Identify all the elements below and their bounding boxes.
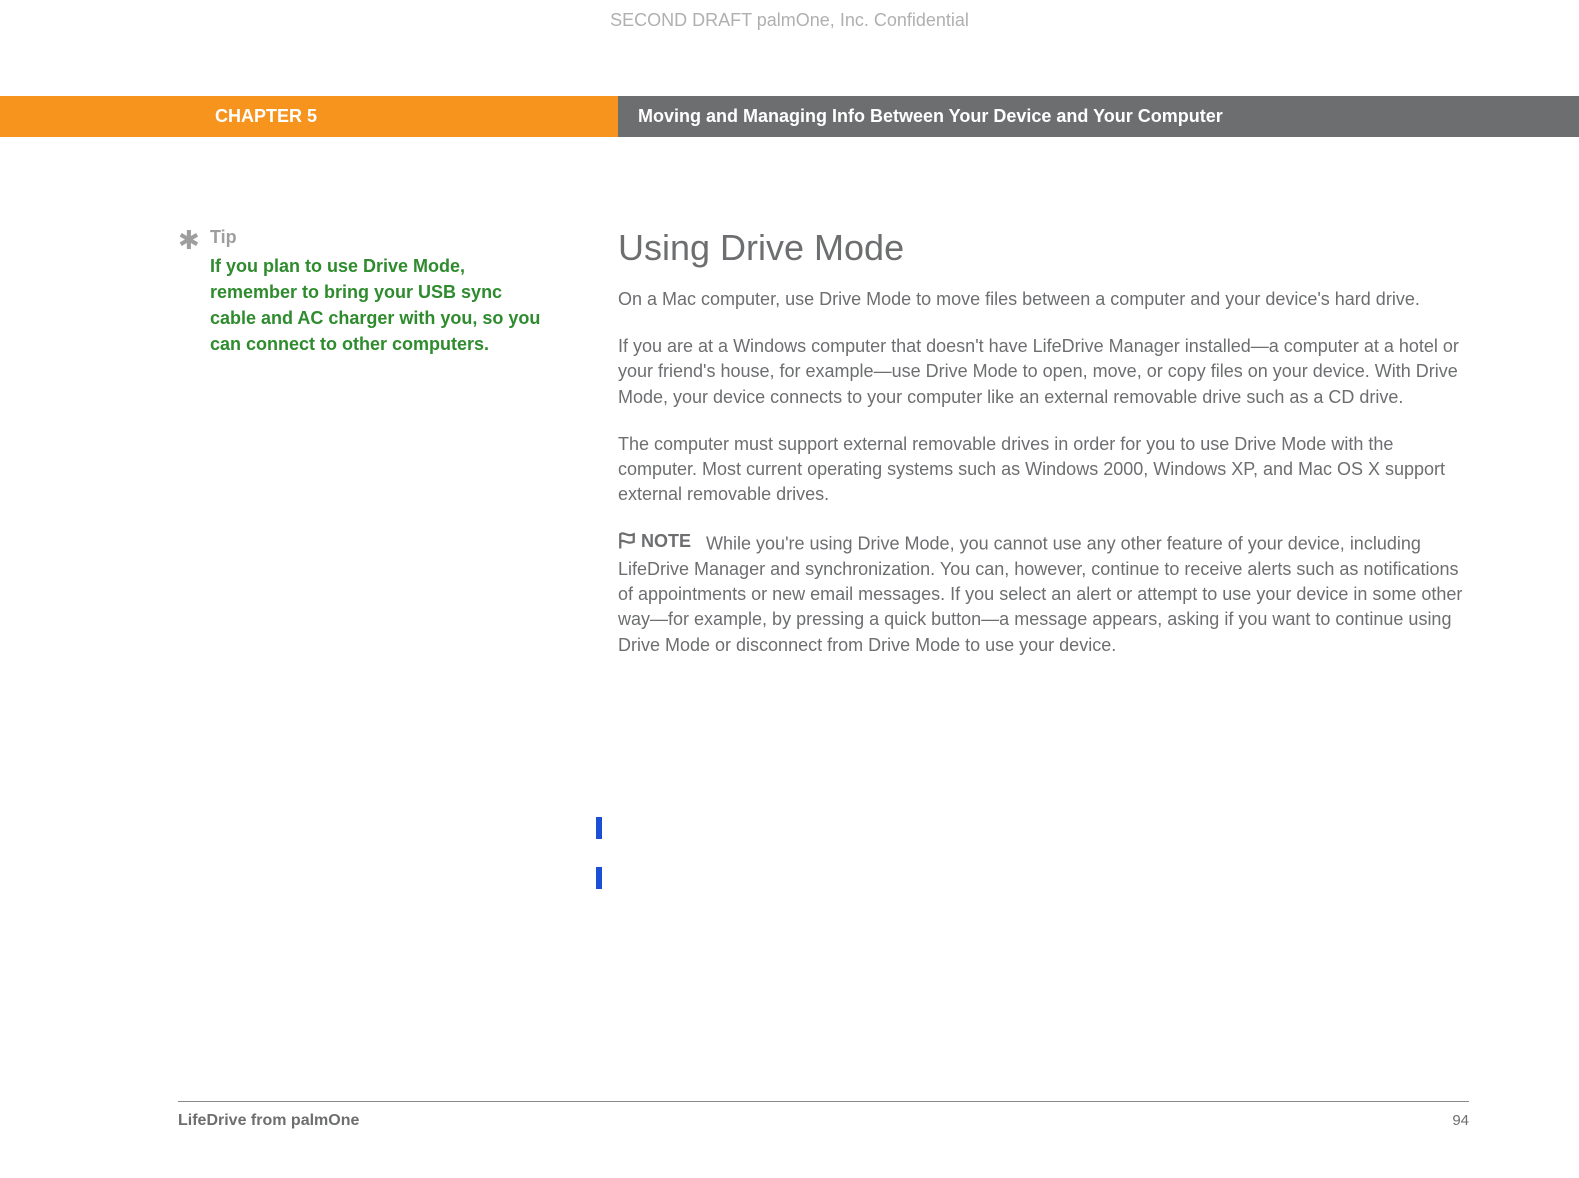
note-label: NOTE <box>618 529 691 554</box>
paragraph: On a Mac computer, use Drive Mode to mov… <box>618 287 1469 312</box>
footer: LifeDrive from palmOne 94 <box>178 1101 1469 1130</box>
tip-body: If you plan to use Drive Mode, remember … <box>210 253 548 357</box>
chapter-label: CHAPTER 5 <box>0 96 618 137</box>
asterisk-icon: ✱ <box>178 227 198 357</box>
tip-block: ✱ Tip If you plan to use Drive Mode, rem… <box>178 227 548 357</box>
note-body: While you're using Drive Mode, you canno… <box>618 534 1462 655</box>
header-confidential: SECOND DRAFT palmOne, Inc. Confidential <box>0 0 1579 41</box>
sidebar-tip: ✱ Tip If you plan to use Drive Mode, rem… <box>0 227 618 658</box>
paragraph: The computer must support external remov… <box>618 432 1469 508</box>
flag-icon <box>618 532 636 550</box>
revision-mark-icon <box>596 817 602 839</box>
chapter-bar: CHAPTER 5 Moving and Managing Info Betwe… <box>0 96 1579 137</box>
note-paragraph: NOTE While you're using Drive Mode, you … <box>618 529 1469 658</box>
footer-product: LifeDrive from palmOne <box>178 1112 359 1130</box>
chapter-title: Moving and Managing Info Between Your De… <box>618 96 1579 137</box>
main-content: Using Drive Mode On a Mac computer, use … <box>618 227 1579 658</box>
tip-text: Tip If you plan to use Drive Mode, remem… <box>210 227 548 357</box>
revision-mark-icon <box>596 867 602 889</box>
content-wrap: ✱ Tip If you plan to use Drive Mode, rem… <box>0 137 1579 658</box>
page-number: 94 <box>1452 1112 1469 1130</box>
section-title: Using Drive Mode <box>618 227 1469 269</box>
tip-heading: Tip <box>210 227 548 248</box>
note-label-text: NOTE <box>641 529 691 554</box>
paragraph: If you are at a Windows computer that do… <box>618 334 1469 410</box>
